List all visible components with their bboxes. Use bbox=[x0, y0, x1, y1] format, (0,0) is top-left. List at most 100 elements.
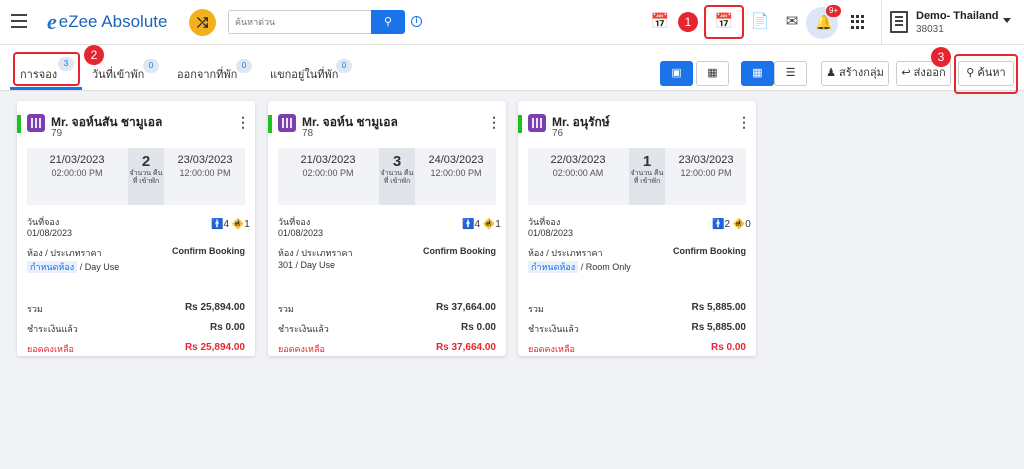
room-rate-label: ห้อง / ประเภทราคา bbox=[528, 248, 603, 258]
more-options-icon[interactable]: ⋮ bbox=[487, 114, 501, 131]
nights-count: 2 bbox=[141, 153, 151, 170]
active-tab-indicator bbox=[10, 87, 82, 90]
assign-room-link[interactable]: กำหนดห้อง bbox=[27, 261, 78, 273]
stay-dates: 22/03/2023 02:00:00 AM 1 จำนวน คืนที่ เข… bbox=[528, 148, 746, 205]
property-code: 38031 bbox=[916, 24, 944, 35]
header-divider bbox=[881, 0, 882, 45]
guest-name[interactable]: Mr. จอห์น ชามูเอล bbox=[302, 113, 398, 132]
room-rate-label: ห้อง / ประเภทราคา bbox=[27, 248, 102, 258]
stay-dates: 21/03/2023 02:00:00 PM 2 จำนวน คืนที่ เข… bbox=[27, 148, 245, 205]
create-group-button[interactable]: ♟ สร้างกลุ่ม bbox=[821, 61, 889, 86]
adult-icon: 🚹 bbox=[462, 219, 475, 230]
info-icon[interactable]: i bbox=[411, 16, 422, 27]
child-icon: 🚸 bbox=[482, 219, 496, 230]
children-count: 1 bbox=[244, 219, 250, 230]
child-icon: 🚸 bbox=[231, 219, 245, 230]
booking-date-label: วันที่จอง bbox=[27, 217, 60, 227]
pax-count: 🚹2 🚸0 bbox=[712, 219, 751, 230]
booking-date-value: 01/08/2023 bbox=[278, 228, 324, 238]
adult-icon: 🚹 bbox=[712, 219, 725, 230]
apps-grid-icon[interactable] bbox=[851, 15, 865, 29]
pax-count: 🚹4 🚸1 bbox=[462, 219, 501, 230]
reservation-number: 76 bbox=[552, 128, 564, 139]
paid-label: ชำระเงินแล้ว bbox=[27, 324, 78, 334]
tab-in-house[interactable]: แขกอยู่ในที่พัก bbox=[270, 65, 338, 83]
booking-card[interactable]: Mr. อนุรักษ์ 76 ⋮ 22/03/2023 02:00:00 AM… bbox=[518, 101, 756, 356]
search-button[interactable]: ⚲ bbox=[371, 10, 405, 34]
booking-date-label: วันที่จอง bbox=[528, 217, 561, 227]
total-value: Rs 25,894.00 bbox=[184, 302, 245, 313]
tab-bar: 2 การจอง 3 วันที่เข้าพัก 0 ออกจากที่พัก … bbox=[0, 45, 1024, 94]
checkin-time: 02:00:00 PM bbox=[51, 168, 103, 178]
checkin-date: 21/03/2023 bbox=[300, 154, 356, 166]
checkin-date: 22/03/2023 bbox=[550, 154, 606, 166]
list-view-icon: ☰ bbox=[785, 67, 796, 79]
invoice-icon[interactable]: 📄 bbox=[750, 12, 770, 32]
booking-status: Confirm Booking bbox=[423, 246, 496, 256]
booking-status: Confirm Booking bbox=[673, 246, 746, 256]
tab-arrivals[interactable]: วันที่เข้าพัก bbox=[92, 65, 144, 83]
children-count: 0 bbox=[745, 219, 751, 230]
reservation-number: 79 bbox=[51, 128, 63, 139]
paid-label: ชำระเงินแล้ว bbox=[528, 324, 579, 334]
calendar-b-view-button[interactable]: ▦ bbox=[696, 61, 729, 86]
callout-box-3 bbox=[954, 54, 1018, 94]
nights-count: 3 bbox=[392, 153, 402, 170]
balance-value: Rs 37,664.00 bbox=[435, 342, 496, 353]
callout-marker-3: 3 bbox=[931, 47, 951, 67]
menu-icon[interactable] bbox=[11, 14, 27, 28]
calendar-a-icon: ▣ bbox=[671, 67, 682, 79]
balance-label: ยอดคงเหลือ bbox=[27, 344, 74, 354]
stay-dates: 21/03/2023 02:00:00 PM 3 จำนวน คืนที่ เข… bbox=[278, 148, 496, 205]
grid-view-button[interactable]: ▦ bbox=[741, 61, 774, 86]
assign-room-link[interactable]: กำหนดห้อง bbox=[528, 261, 579, 273]
calendar-view-button[interactable]: ▣ bbox=[660, 61, 693, 86]
tab-departures[interactable]: ออกจากที่พัก bbox=[177, 65, 237, 83]
room-icon bbox=[27, 114, 45, 132]
guest-name[interactable]: Mr. จอห์นสัน ชามูเอล bbox=[51, 113, 162, 132]
list-view-button[interactable]: ☰ bbox=[774, 61, 807, 86]
children-count: 1 bbox=[495, 219, 501, 230]
nights-box: 3 จำนวน คืนที่ เข้าพัก bbox=[379, 148, 415, 205]
more-options-icon[interactable]: ⋮ bbox=[236, 114, 250, 131]
room-number[interactable]: 301 bbox=[278, 260, 293, 270]
balance-label: ยอดคงเหลือ bbox=[528, 344, 575, 354]
calendar-arrival-icon[interactable]: 📅 bbox=[650, 12, 670, 32]
nights-box: 2 จำนวน คืนที่ เข้าพัก bbox=[128, 148, 164, 205]
shuffle-icon[interactable]: ⤮ bbox=[189, 9, 216, 36]
room-icon bbox=[528, 114, 546, 132]
calendar-b-icon: ▦ bbox=[707, 67, 718, 79]
adult-icon: 🚹 bbox=[211, 219, 224, 230]
adults-count: 2 bbox=[724, 219, 731, 230]
rate-type: / Day Use bbox=[79, 262, 120, 272]
create-group-label: สร้างกลุ่ม bbox=[839, 67, 884, 79]
checkin-time: 02:00:00 AM bbox=[552, 168, 604, 178]
total-label: รวม bbox=[528, 304, 544, 314]
booking-card[interactable]: Mr. จอห์นสัน ชามูเอล 79 ⋮ 21/03/2023 02:… bbox=[17, 101, 255, 356]
room-rate-value: กำหนดห้อง / Day Use bbox=[27, 260, 119, 274]
top-header: e eZee Absolute ⤮ ⚲ i 📅 1 📅 📄 ✉ 🔔 9+ Dem… bbox=[0, 0, 1024, 45]
tab-in-house-count: 0 bbox=[336, 59, 352, 73]
app-logo[interactable]: e eZee Absolute bbox=[47, 9, 167, 35]
paid-label: ชำระเงินแล้ว bbox=[278, 324, 329, 334]
calendar-icon[interactable]: 📅 bbox=[714, 12, 734, 32]
tab-arrivals-count: 0 bbox=[143, 59, 159, 73]
total-value: Rs 37,664.00 bbox=[435, 302, 496, 313]
booking-card[interactable]: Mr. จอห์น ชามูเอล 78 ⋮ 21/03/2023 02:00:… bbox=[268, 101, 506, 356]
balance-label: ยอดคงเหลือ bbox=[278, 344, 325, 354]
status-bar bbox=[17, 115, 21, 133]
total-value: Rs 5,885.00 bbox=[691, 302, 747, 313]
adults-count: 4 bbox=[474, 219, 481, 230]
mail-icon[interactable]: ✉ bbox=[782, 12, 802, 32]
nights-label: จำนวน คืนที่ เข้าพัก bbox=[380, 170, 414, 185]
nights-box: 1 จำนวน คืนที่ เข้าพัก bbox=[629, 148, 665, 205]
quick-search-input[interactable] bbox=[228, 10, 371, 34]
adults-count: 4 bbox=[223, 219, 230, 230]
tab-bookings[interactable]: การจอง bbox=[20, 65, 57, 83]
rate-type: / Day Use bbox=[295, 260, 336, 270]
export-label: ส่งออก bbox=[913, 67, 946, 79]
chevron-down-icon[interactable] bbox=[1003, 18, 1011, 23]
booking-date-value: 01/08/2023 bbox=[528, 228, 574, 238]
property-name[interactable]: Demo- Thailand bbox=[916, 10, 999, 22]
more-options-icon[interactable]: ⋮ bbox=[737, 114, 751, 131]
